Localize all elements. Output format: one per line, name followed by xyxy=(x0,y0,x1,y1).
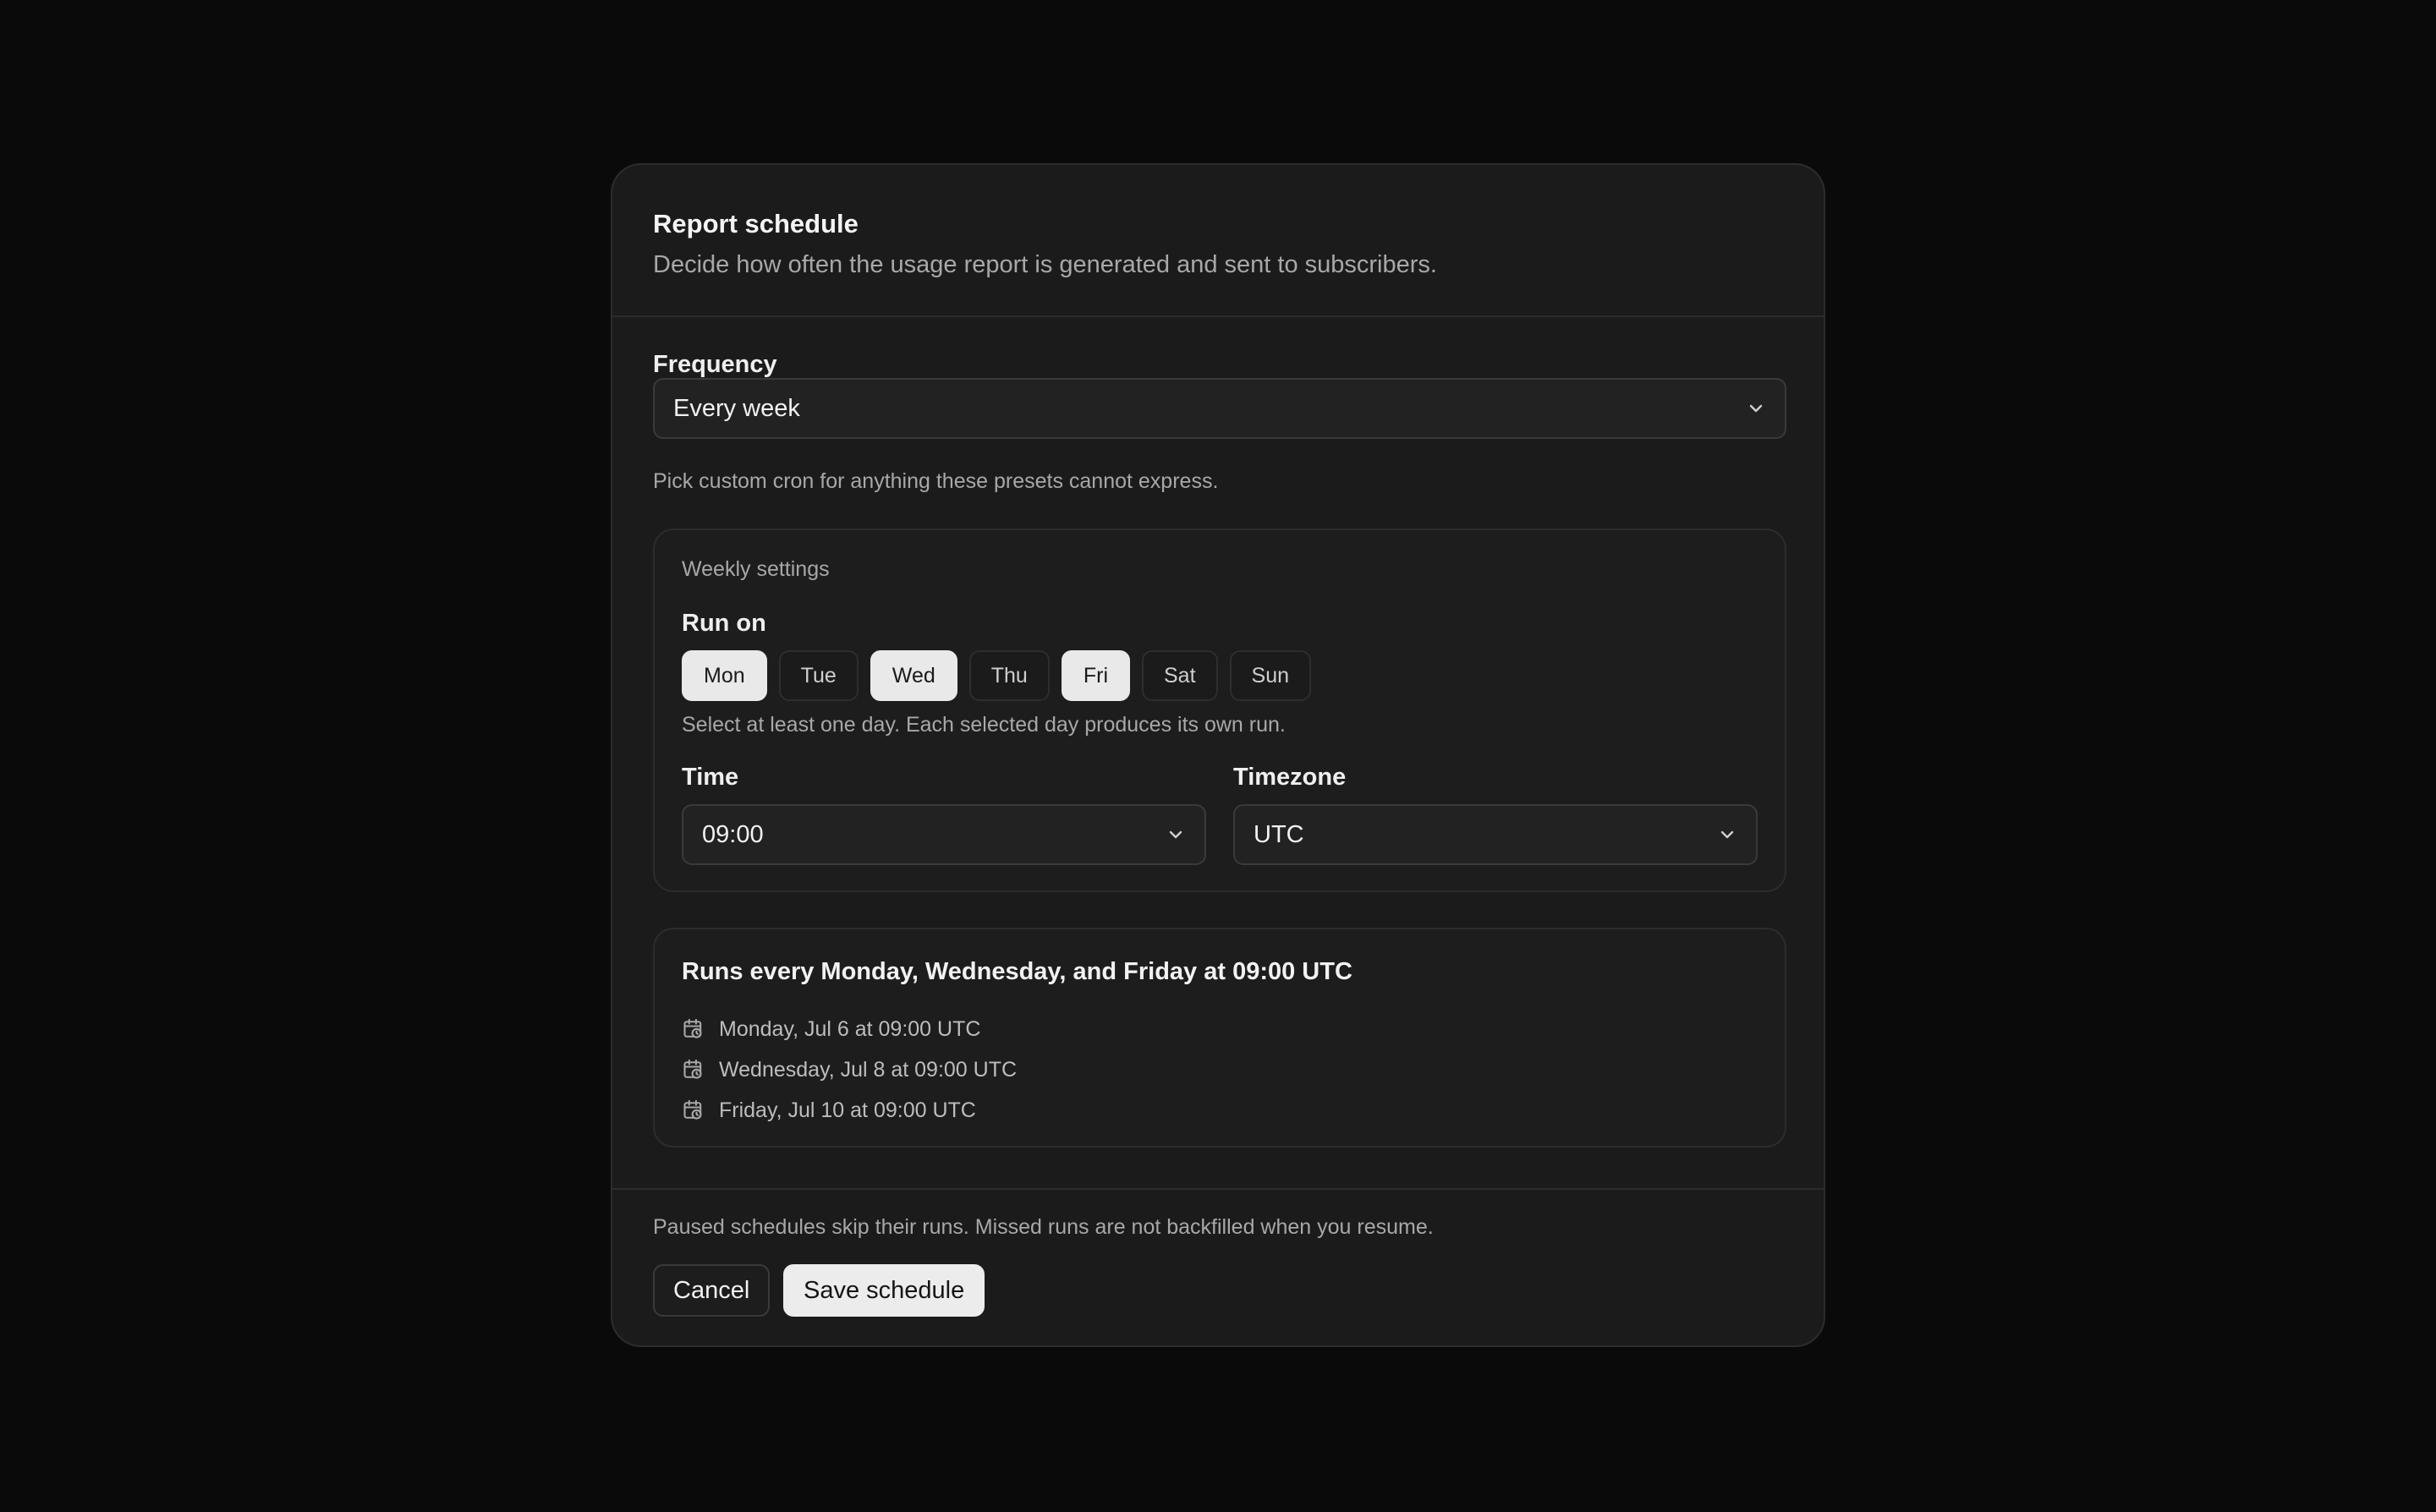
calendar-clock-icon xyxy=(683,1059,702,1079)
chevron-down-icon xyxy=(1169,830,1182,839)
save-schedule-button[interactable]: Save schedule xyxy=(783,1264,985,1317)
day-toggle-fri[interactable]: Fri xyxy=(1061,650,1130,701)
frequency-value: Every week xyxy=(673,394,800,422)
run-on-label: Run on xyxy=(682,610,766,637)
preview-title: Runs every Monday, Wednesday, and Friday… xyxy=(682,958,1352,985)
upcoming-run-item: Wednesday, Jul 8 at 09:00 UTC xyxy=(682,1049,1017,1090)
upcoming-run-text: Monday, Jul 6 at 09:00 UTC xyxy=(719,1016,981,1041)
timezone-label: Timezone xyxy=(1233,764,1347,791)
chevron-down-icon xyxy=(1720,830,1734,839)
day-toggle-sat[interactable]: Sat xyxy=(1142,650,1218,701)
time-select[interactable]: 09:00 xyxy=(682,804,1206,865)
schedule-dialog: Report schedule Decide how often the usa… xyxy=(611,163,1825,1347)
dialog-body: Frequency Every week Pick custom cron fo… xyxy=(612,317,1824,1190)
day-picker: Mon Tue Wed Thu Fri Sat Sun xyxy=(682,650,1312,701)
day-toggle-wed[interactable]: Wed xyxy=(870,650,957,701)
upcoming-runs-list: Monday, Jul 6 at 09:00 UTC Wednesday, Jul… xyxy=(682,1009,1017,1131)
schedule-preview: Runs every Monday, Wednesday, and Friday… xyxy=(653,928,1786,1148)
upcoming-run-item: Friday, Jul 10 at 09:00 UTC xyxy=(682,1090,1017,1131)
dialog-footer: Paused schedules skip their runs. Missed… xyxy=(612,1190,1824,1345)
dialog-header: Report schedule Decide how often the usa… xyxy=(612,165,1824,317)
frequency-label: Frequency xyxy=(653,351,777,378)
time-label: Time xyxy=(682,764,739,791)
timezone-value: UTC xyxy=(1254,820,1304,848)
upcoming-run-text: Wednesday, Jul 8 at 09:00 UTC xyxy=(719,1057,1018,1082)
footer-note: Paused schedules skip their runs. Missed… xyxy=(653,1215,1434,1239)
day-toggle-tue[interactable]: Tue xyxy=(778,650,859,701)
weekly-settings-panel: Weekly settings Run on Mon Tue Wed Thu Fri Sa… xyxy=(653,529,1786,892)
time-value: 09:00 xyxy=(702,820,764,848)
upcoming-run-item: Monday, Jul 6 at 09:00 UTC xyxy=(682,1009,1017,1049)
frequency-select[interactable]: Every week xyxy=(653,378,1786,439)
dialog-subtitle: Decide how often the usage report is gen… xyxy=(653,251,1437,278)
day-toggle-thu[interactable]: Thu xyxy=(968,650,1050,701)
weekly-settings-title: Weekly settings xyxy=(682,557,830,581)
day-toggle-sun[interactable]: Sun xyxy=(1229,650,1312,701)
frequency-hint: Pick custom cron for anything these pres… xyxy=(653,469,1219,493)
upcoming-run-text: Friday, Jul 10 at 09:00 UTC xyxy=(719,1098,976,1122)
chevron-down-icon xyxy=(1749,404,1763,413)
calendar-clock-icon xyxy=(683,1099,702,1120)
cancel-button[interactable]: Cancel xyxy=(653,1264,771,1317)
calendar-clock-icon xyxy=(683,1018,702,1038)
timezone-select[interactable]: UTC xyxy=(1233,804,1758,865)
days-hint: Select at least one day. Each selected d… xyxy=(682,713,1286,737)
dialog-title: Report schedule xyxy=(653,209,859,238)
day-toggle-mon[interactable]: Mon xyxy=(682,650,767,701)
